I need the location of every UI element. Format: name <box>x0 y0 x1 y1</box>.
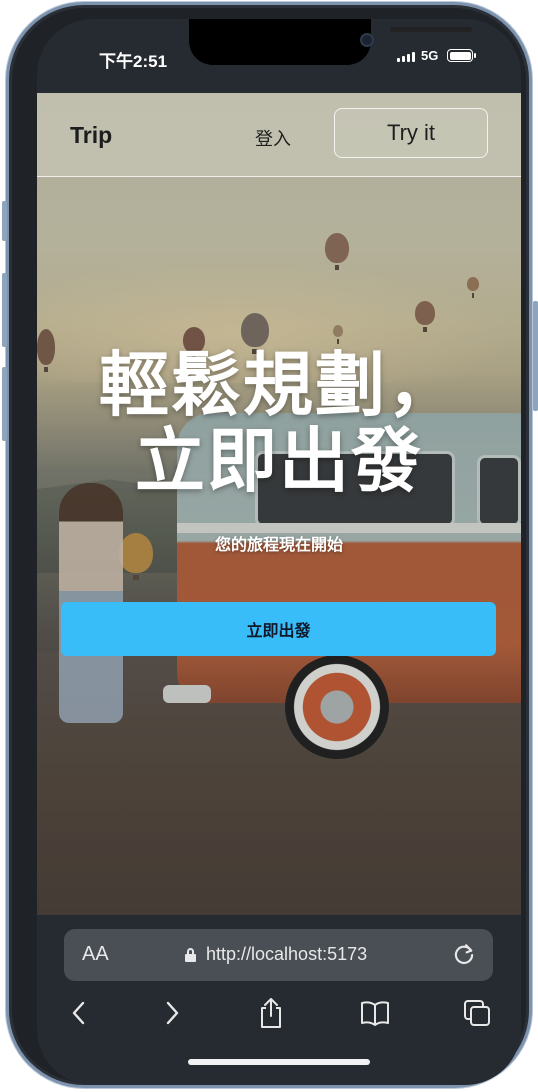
power-button <box>533 301 538 411</box>
address-bar[interactable]: AA http://localhost:5173 <box>64 929 493 981</box>
status-time: 下午2:51 <box>99 52 168 71</box>
tabs-icon[interactable] <box>457 993 497 1033</box>
bookmarks-icon[interactable] <box>355 993 395 1033</box>
volume-up-button <box>2 273 7 347</box>
url-text: http://localhost:5173 <box>206 944 368 964</box>
mute-switch <box>2 201 7 241</box>
lock-icon <box>185 948 196 962</box>
brand-logo[interactable]: Trip <box>70 122 112 149</box>
start-now-button[interactable]: 立即出發 <box>61 602 496 656</box>
signal-bars-icon <box>397 51 415 62</box>
forward-icon[interactable] <box>152 993 192 1033</box>
front-camera-icon <box>360 33 374 47</box>
home-indicator[interactable] <box>188 1059 370 1065</box>
text-size-button[interactable]: AA <box>82 943 109 966</box>
reload-icon[interactable] <box>451 941 477 967</box>
phone-frame: 下午2:51 5G Trip 登入 Try it 輕鬆規劃， 立即出發 您的旅程… <box>2 2 538 1088</box>
headline-line-2: 立即出發 <box>135 420 423 502</box>
hero-subtitle: 您的旅程現在開始 <box>214 537 343 554</box>
network-type: 5G <box>421 48 439 63</box>
hero-section: Trip 登入 Try it 輕鬆規劃， 立即出發 您的旅程現在開始 立即出發 <box>37 93 521 915</box>
hero-overlay <box>37 93 521 915</box>
speaker-grille <box>390 27 472 32</box>
browser-toolbar <box>37 993 521 1037</box>
browser-bottom-bar: AA http://localhost:5173 <box>37 915 521 1085</box>
notch <box>189 19 472 65</box>
battery-icon <box>447 49 476 62</box>
share-icon[interactable] <box>251 993 291 1033</box>
headline-line-1: 輕鬆規劃， <box>99 344 459 426</box>
status-bar: 下午2:51 5G <box>37 19 521 93</box>
try-it-button[interactable]: Try it <box>334 108 488 158</box>
volume-down-button <box>2 367 7 441</box>
hero-headline: 輕鬆規劃， 立即出發 <box>37 347 521 499</box>
back-icon[interactable] <box>59 993 99 1033</box>
login-link[interactable]: 登入 <box>255 125 291 151</box>
screen: 下午2:51 5G Trip 登入 Try it 輕鬆規劃， 立即出發 您的旅程… <box>37 19 521 1085</box>
top-navbar: Trip 登入 Try it <box>37 93 521 177</box>
